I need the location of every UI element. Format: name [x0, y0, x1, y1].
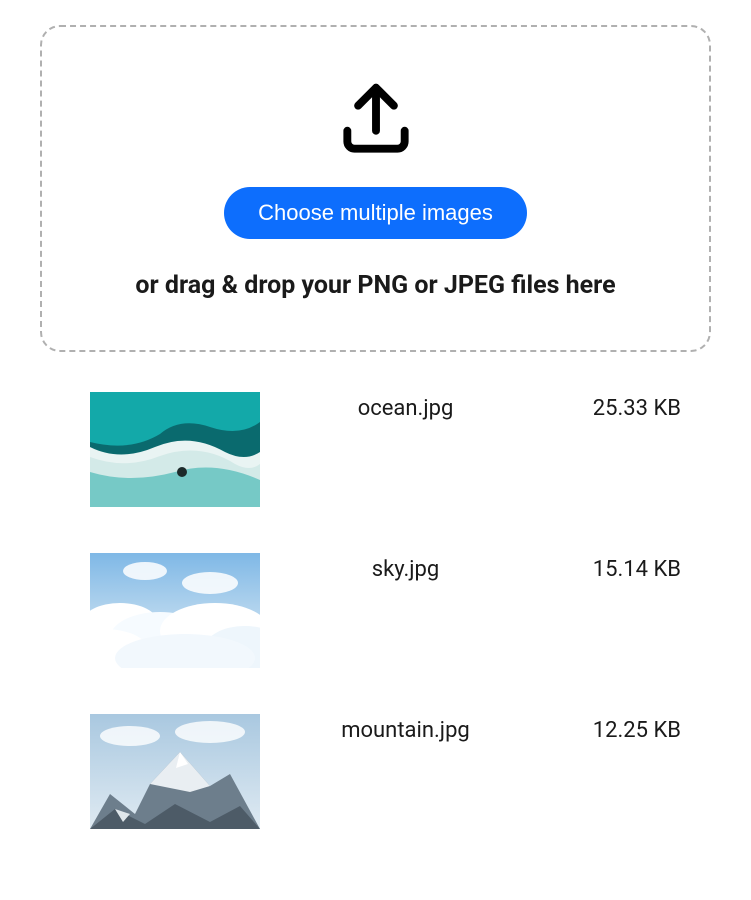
file-row: ocean.jpg 25.33 KB	[90, 392, 681, 507]
upload-dropzone[interactable]: Choose multiple images or drag & drop yo…	[40, 25, 711, 352]
file-thumbnail	[90, 392, 260, 507]
file-size: 12.25 KB	[551, 714, 681, 743]
file-name: ocean.jpg	[260, 392, 551, 421]
drag-drop-hint: or drag & drop your PNG or JPEG files he…	[72, 271, 679, 300]
upload-icon	[333, 77, 419, 167]
file-size: 25.33 KB	[551, 392, 681, 421]
file-size: 15.14 KB	[551, 553, 681, 582]
file-list: ocean.jpg 25.33 KB	[40, 392, 711, 829]
file-row: mountain.jpg 12.25 KB	[90, 714, 681, 829]
file-thumbnail	[90, 553, 260, 668]
file-thumbnail	[90, 714, 260, 829]
file-name: mountain.jpg	[260, 714, 551, 743]
file-name: sky.jpg	[260, 553, 551, 582]
file-row: sky.jpg 15.14 KB	[90, 553, 681, 668]
choose-files-button[interactable]: Choose multiple images	[224, 187, 527, 239]
